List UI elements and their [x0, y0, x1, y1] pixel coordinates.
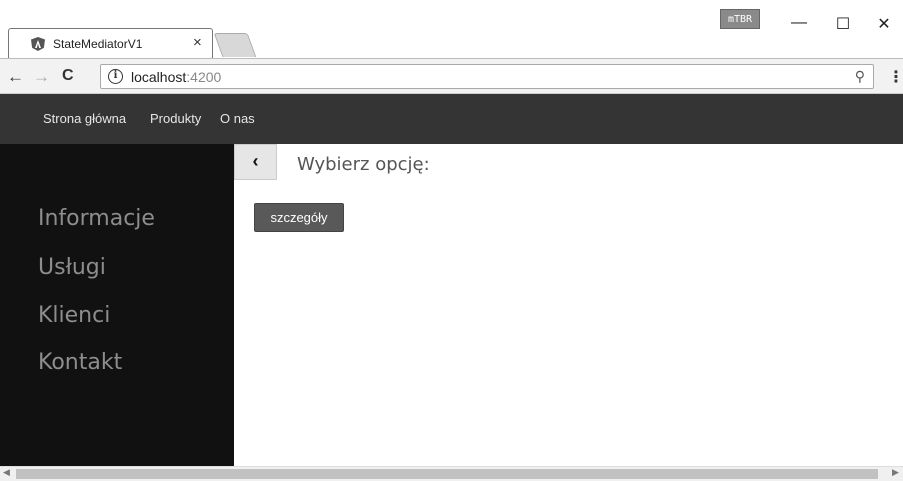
sidebar: Informacje Usługi Klienci Kontakt: [0, 144, 234, 466]
address-bar[interactable]: i localhost:4200 ⚲: [100, 64, 874, 89]
tab-close-icon[interactable]: ×: [193, 34, 202, 51]
sidebar-item-klienci[interactable]: Klienci: [38, 303, 110, 328]
browser-menu-icon[interactable]: ⋮: [888, 67, 903, 87]
url-text: localhost:4200: [131, 69, 221, 85]
app-navbar: Strona główna Produkty O nas: [0, 94, 903, 144]
browser-title-bar: StateMediatorV1 × mTBR — ☐ ✕: [0, 0, 903, 58]
url-port: :4200: [186, 69, 222, 85]
nav-link-about[interactable]: O nas: [220, 111, 255, 126]
main-content: ‹ Wybierz opcję: szczegóły: [234, 144, 903, 466]
details-button[interactable]: szczegóły: [254, 203, 344, 232]
nav-link-home[interactable]: Strona główna: [43, 111, 126, 126]
back-arrow-icon[interactable]: ←: [7, 67, 24, 87]
minimize-icon[interactable]: —: [789, 14, 809, 32]
horizontal-scrollbar[interactable]: ◀ ▶: [0, 466, 903, 481]
forward-arrow-icon[interactable]: →: [33, 67, 50, 87]
collapse-sidebar-button[interactable]: ‹: [234, 144, 277, 180]
angular-favicon-icon: [31, 37, 45, 51]
tab-title: StateMediatorV1: [53, 37, 143, 51]
nav-link-products[interactable]: Produkty: [150, 111, 201, 126]
sidebar-item-informacje[interactable]: Informacje: [38, 206, 155, 231]
browser-toolbar: ← → C i localhost:4200 ⚲ ⋮: [0, 58, 903, 94]
close-window-icon[interactable]: ✕: [874, 14, 894, 34]
sidebar-item-uslugi[interactable]: Usługi: [38, 255, 106, 280]
option-prompt: Wybierz opcję:: [297, 154, 430, 175]
sidebar-item-kontakt[interactable]: Kontakt: [38, 350, 122, 375]
scroll-left-arrow-icon[interactable]: ◀: [3, 467, 10, 478]
info-icon[interactable]: i: [108, 69, 123, 84]
extension-badge[interactable]: mTBR: [720, 9, 760, 29]
zoom-icon[interactable]: ⚲: [855, 68, 865, 85]
browser-tab[interactable]: StateMediatorV1 ×: [8, 28, 213, 58]
scrollbar-thumb[interactable]: [16, 469, 878, 479]
reload-icon[interactable]: C: [62, 67, 74, 85]
maximize-icon[interactable]: ☐: [833, 14, 853, 34]
scroll-right-arrow-icon[interactable]: ▶: [892, 467, 899, 478]
url-host: localhost: [131, 69, 187, 85]
new-tab-button[interactable]: [213, 33, 257, 57]
